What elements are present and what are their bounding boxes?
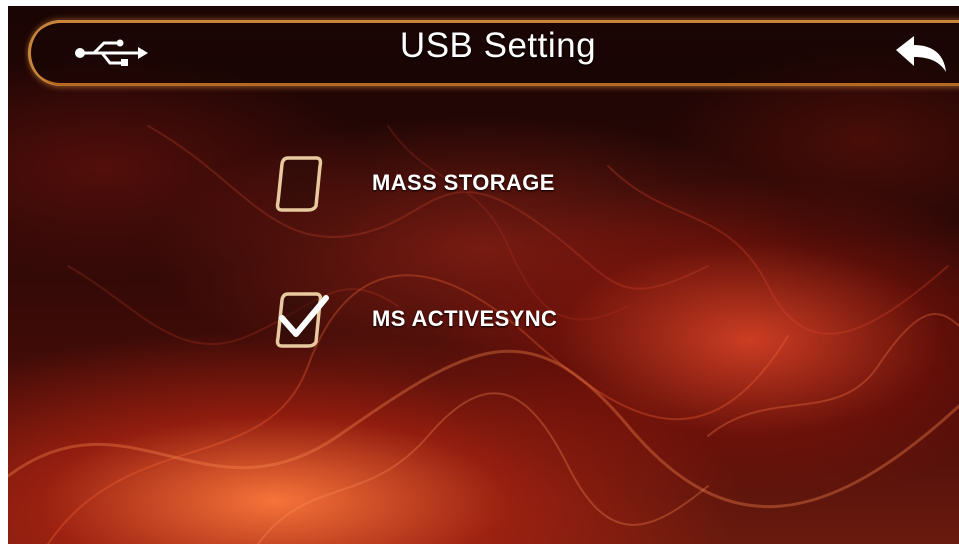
flame-background [8,125,959,544]
mass-storage-label: MASS STORAGE [372,170,555,195]
page-title: USB Setting [399,26,597,65]
ms-activesync-label: MS ACTIVESYNC [372,306,558,331]
back-arrow-icon[interactable] [892,32,950,76]
checkbox-checked-icon[interactable] [272,288,330,350]
ms-activesync-option[interactable]: MS ACTIVESYNC [272,288,557,350]
mass-storage-option[interactable]: MASS STORAGE [272,152,555,214]
checkbox-icon[interactable] [272,152,330,214]
title-bar: USB Setting [28,20,959,86]
device-screen: USB Setting MASS STORAGE MS ACTIVESYNC [8,6,959,544]
